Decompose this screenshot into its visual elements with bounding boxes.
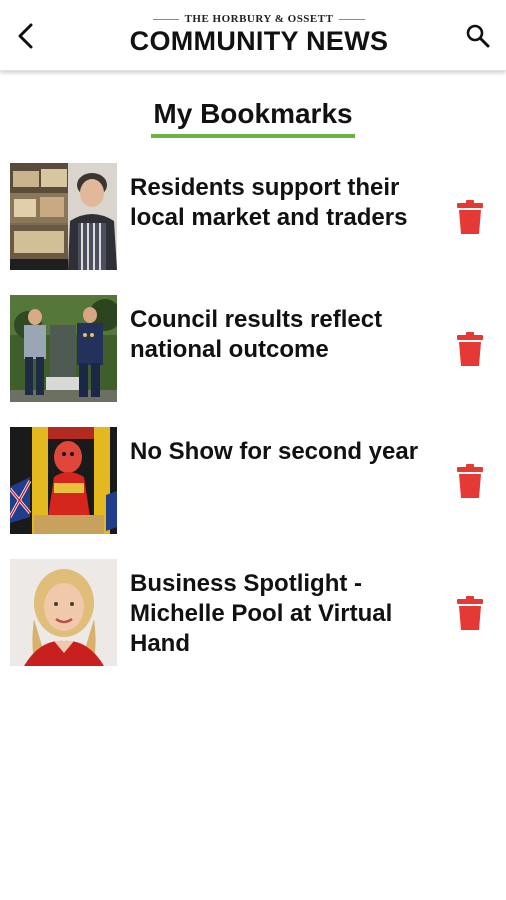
search-button[interactable] bbox=[458, 16, 498, 56]
trash-icon bbox=[457, 596, 483, 630]
delete-bookmark-button[interactable] bbox=[453, 330, 487, 368]
michelle-portrait-photo[interactable] bbox=[10, 559, 117, 666]
masthead-logo: THE HORBURY & OSSETT COMMUNITY NEWS bbox=[100, 12, 418, 56]
bookmark-list: Residents support their local market and… bbox=[10, 163, 496, 691]
bookmark-item: No Show for second year bbox=[10, 427, 496, 534]
app-bar: THE HORBURY & OSSETT COMMUNITY NEWS bbox=[0, 0, 506, 71]
bookmark-item: Residents support their local market and… bbox=[10, 163, 496, 270]
delete-bookmark-button[interactable] bbox=[453, 594, 487, 632]
search-icon bbox=[466, 24, 490, 48]
bookmark-headline[interactable]: Business Spotlight - Michelle Pool at Vi… bbox=[130, 569, 436, 659]
masthead-rule-right bbox=[339, 18, 366, 20]
trash-icon bbox=[457, 464, 483, 498]
trash-icon bbox=[457, 332, 483, 366]
back-button[interactable] bbox=[8, 16, 44, 56]
masthead-title: COMMUNITY NEWS bbox=[129, 26, 389, 56]
delete-bookmark-button[interactable] bbox=[453, 198, 487, 236]
bookmark-headline[interactable]: Council results reflect national outcome bbox=[130, 305, 436, 365]
bookmark-headline[interactable]: Residents support their local market and… bbox=[130, 173, 436, 233]
punch-puppet-photo[interactable] bbox=[10, 427, 117, 534]
masthead-rule-left bbox=[152, 18, 179, 20]
council-memorial-photo[interactable] bbox=[10, 295, 117, 402]
bookmark-item: Council results reflect national outcome bbox=[10, 295, 496, 402]
market-trader-photo[interactable] bbox=[10, 163, 117, 270]
chevron-left-icon bbox=[18, 23, 33, 49]
page-title-area: My Bookmarks bbox=[0, 98, 506, 138]
page-title: My Bookmarks bbox=[151, 98, 355, 138]
masthead-subtitle: THE HORBURY & OSSETT bbox=[184, 13, 334, 25]
delete-bookmark-button[interactable] bbox=[453, 462, 487, 500]
trash-icon bbox=[457, 200, 483, 234]
bookmark-item: Business Spotlight - Michelle Pool at Vi… bbox=[10, 559, 496, 666]
bookmark-headline[interactable]: No Show for second year bbox=[130, 437, 436, 467]
